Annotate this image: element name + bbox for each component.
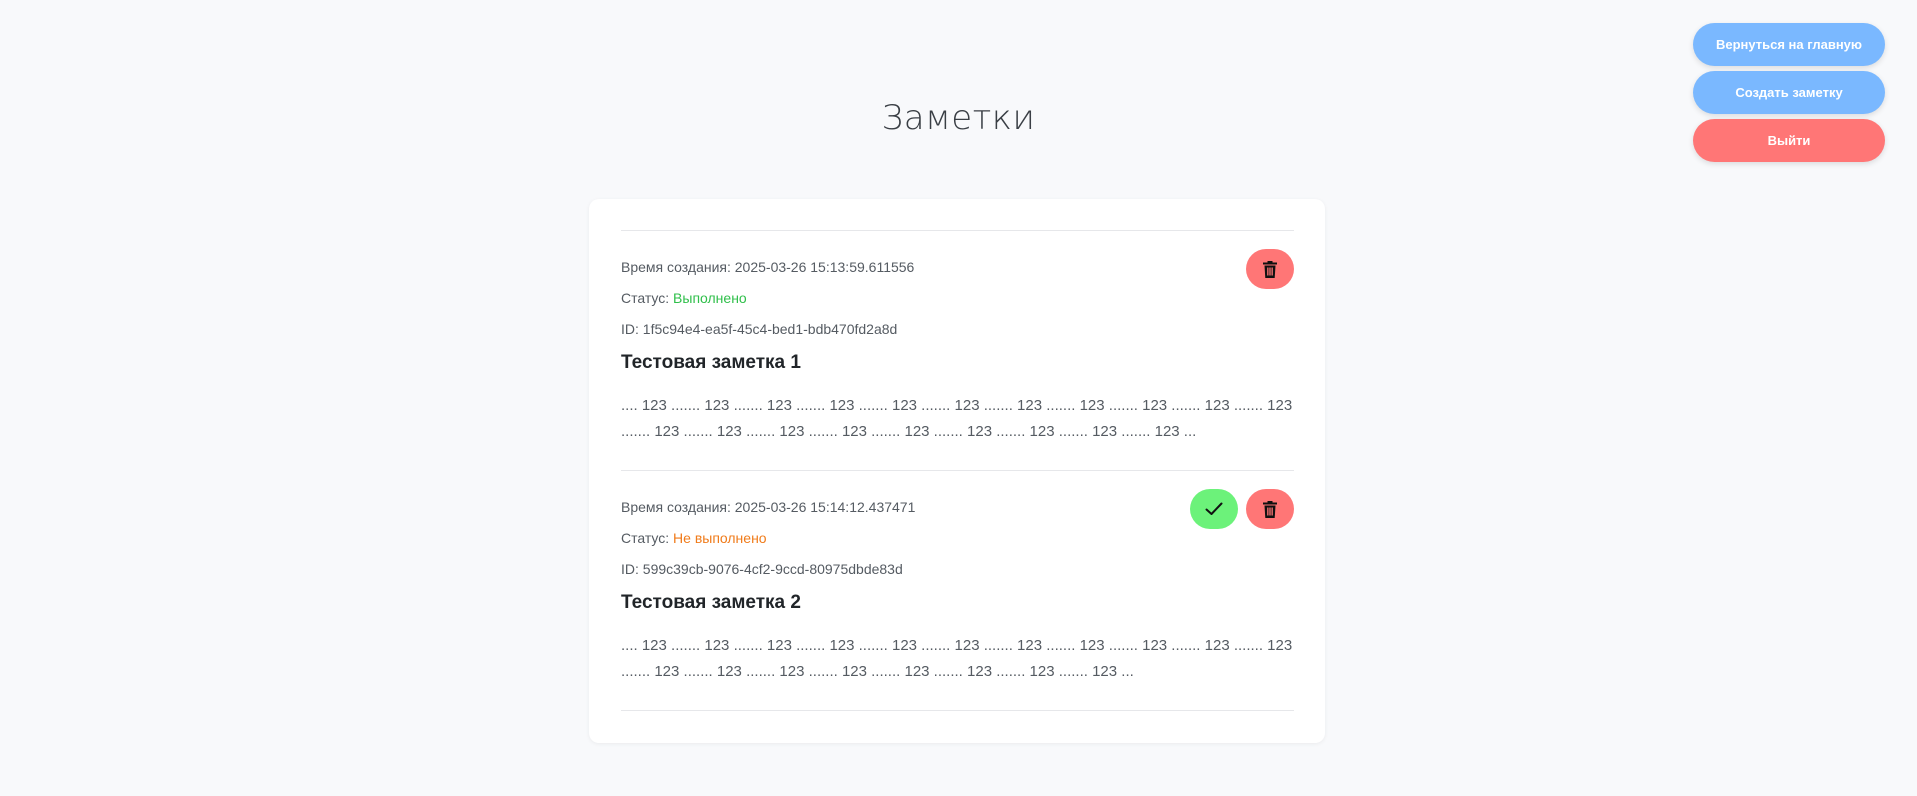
note-id: ID: 1f5c94e4-ea5f-45c4-bed1-bdb470fd2a8d — [621, 321, 898, 337]
delete-note-button[interactable] — [1246, 249, 1294, 289]
note-body: .... 123 ....... 123 ....... 123 .......… — [621, 397, 1293, 440]
note-created-time: Время создания: 2025-03-26 15:14:12.4374… — [621, 499, 916, 515]
note-status-value: Выполнено — [673, 290, 747, 306]
back-home-button[interactable]: Вернуться на главную — [1693, 23, 1885, 66]
note-status: Статус: Выполнено — [621, 290, 747, 306]
page-title: Заметки — [881, 98, 1036, 138]
note-status: Статус: Не выполнено — [621, 530, 767, 546]
note-status-value: Не выполнено — [673, 530, 767, 546]
trash-icon — [1263, 500, 1277, 518]
note-item: Время создания: 2025-03-26 15:14:12.4374… — [621, 471, 1294, 709]
top-actions: Вернуться на главную Создать заметку Вый… — [1693, 23, 1885, 162]
note-id: ID: 599c39cb-9076-4cf2-9ccd-80975dbde83d — [621, 561, 903, 577]
trash-icon — [1263, 260, 1277, 278]
divider — [621, 710, 1294, 711]
check-icon — [1205, 502, 1223, 516]
note-status-label: Статус: — [621, 290, 670, 306]
note-created-time: Время создания: 2025-03-26 15:13:59.6115… — [621, 259, 915, 275]
mark-complete-button[interactable] — [1190, 489, 1238, 529]
note-body: .... 123 ....... 123 ....... 123 .......… — [621, 637, 1293, 680]
note-status-label: Статус: — [621, 530, 670, 546]
note-item: Время создания: 2025-03-26 15:13:59.6115… — [621, 231, 1294, 469]
notes-card: Время создания: 2025-03-26 15:13:59.6115… — [589, 199, 1325, 743]
note-title: Тестовая заметка 1 — [621, 352, 801, 373]
delete-note-button[interactable] — [1246, 489, 1294, 529]
note-title: Тестовая заметка 2 — [621, 592, 801, 613]
